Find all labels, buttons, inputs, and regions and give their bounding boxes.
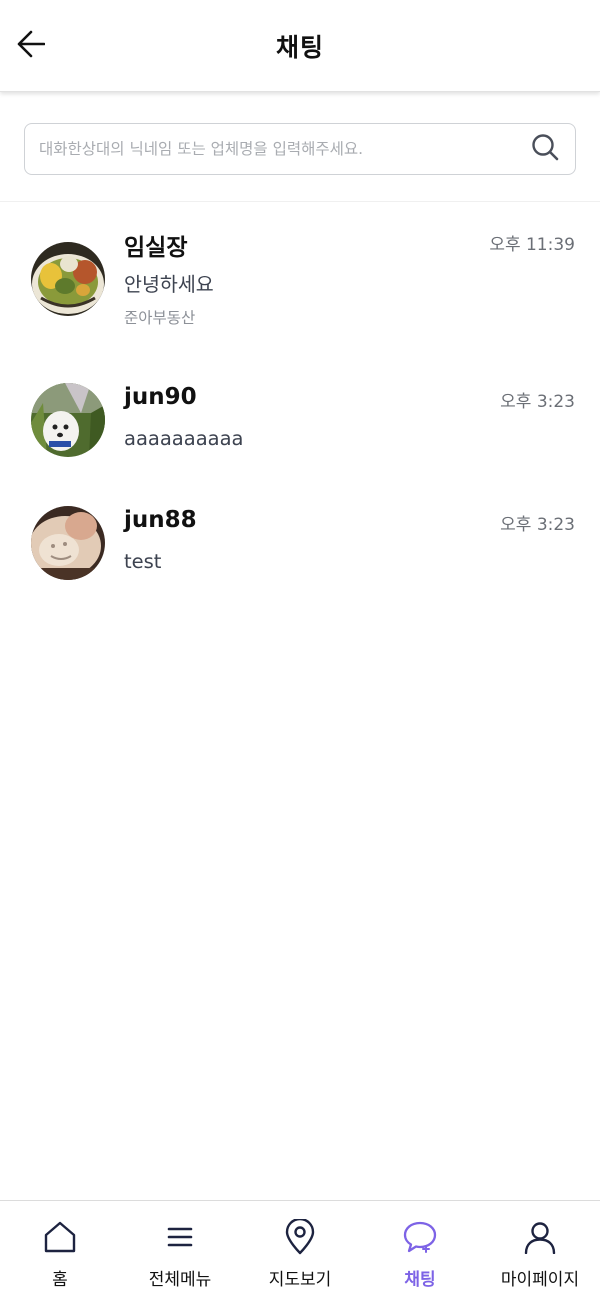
nav-all-menu[interactable]: 전체메뉴 <box>120 1201 240 1298</box>
nav-label: 전체메뉴 <box>148 1270 212 1290</box>
chat-message: aaaaaaaaaa <box>124 427 244 450</box>
nav-label: 홈 <box>52 1270 68 1290</box>
pastry-photo-avatar <box>31 506 105 580</box>
nav-label: 마이페이지 <box>500 1270 580 1290</box>
nav-map[interactable]: 지도보기 <box>240 1201 360 1298</box>
map-pin-icon <box>280 1217 320 1257</box>
menu-icon <box>160 1217 200 1257</box>
bottom-nav: 홈 전체메뉴 지도보기 채팅 마이페이지 <box>0 1200 600 1298</box>
dog-photo-avatar <box>31 383 105 457</box>
avatar <box>31 383 105 457</box>
nav-label: 채팅 <box>404 1270 436 1290</box>
page-title: 채팅 <box>275 33 324 62</box>
chat-icon <box>400 1217 440 1257</box>
chat-name: jun88 <box>124 507 197 533</box>
chat-company: 준아부동산 <box>124 309 196 327</box>
chat-screen: 채팅 대화한상대의 닉네임 또는 업체명을 입력해주세요. 임실장 오후 11:… <box>0 0 600 1298</box>
chat-item[interactable]: 임실장 오후 11:39 안녕하세요 준아부동산 <box>0 224 600 354</box>
chat-item[interactable]: jun90 오후 3:23 aaaaaaaaaa <box>0 374 600 484</box>
nav-chat[interactable]: 채팅 <box>360 1201 480 1298</box>
user-icon <box>520 1217 560 1257</box>
chat-message: test <box>124 550 162 573</box>
search-input[interactable] <box>39 124 519 173</box>
chat-time: 오후 3:23 <box>500 515 575 535</box>
avatar <box>31 242 105 316</box>
chat-name: 임실장 <box>124 235 188 261</box>
chat-item[interactable]: jun88 오후 3:23 test <box>0 497 600 607</box>
chat-time: 오후 3:23 <box>500 392 575 412</box>
nav-mypage[interactable]: 마이페이지 <box>480 1201 600 1298</box>
avatar <box>31 506 105 580</box>
search-box <box>24 123 576 175</box>
nav-label: 지도보기 <box>268 1270 332 1290</box>
search-button[interactable] <box>529 133 561 165</box>
home-icon <box>40 1217 80 1257</box>
search-section <box>0 92 600 202</box>
header: 채팅 <box>0 0 600 92</box>
chat-message: 안녕하세요 <box>124 273 214 296</box>
chat-name: jun90 <box>124 384 197 410</box>
food-photo-avatar <box>31 242 105 316</box>
nav-home[interactable]: 홈 <box>0 1201 120 1298</box>
search-icon <box>531 133 559 165</box>
chat-time: 오후 11:39 <box>489 235 575 255</box>
